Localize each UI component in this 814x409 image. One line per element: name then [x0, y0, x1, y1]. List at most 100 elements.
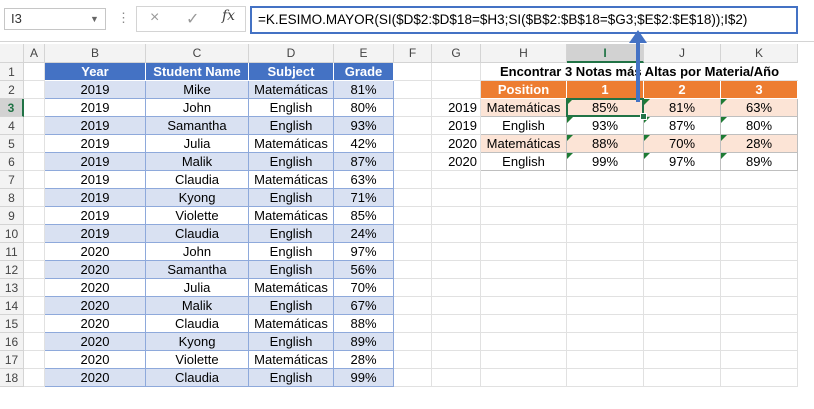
grid-cell[interactable]	[24, 99, 45, 117]
row-header-2[interactable]: 2	[0, 81, 24, 99]
source-data-cell[interactable]: 85%	[334, 207, 394, 225]
source-data-cell[interactable]: 93%	[334, 117, 394, 135]
select-all-corner[interactable]	[0, 44, 24, 63]
grid-cell[interactable]	[24, 207, 45, 225]
grid-cell[interactable]	[394, 369, 432, 387]
column-header-d[interactable]: D	[249, 44, 334, 63]
source-data-cell[interactable]: English	[249, 99, 334, 117]
source-data-cell[interactable]: 2019	[45, 117, 146, 135]
grid-cell[interactable]	[644, 315, 721, 333]
source-data-cell[interactable]: 2020	[45, 315, 146, 333]
source-data-cell[interactable]: 2020	[45, 243, 146, 261]
source-data-cell[interactable]: 81%	[334, 81, 394, 99]
grid-cell[interactable]	[644, 207, 721, 225]
position-header[interactable]: Position	[481, 81, 567, 99]
grid-cell[interactable]	[394, 135, 432, 153]
result-year-cell[interactable]: 2019	[432, 117, 481, 135]
grid-cell[interactable]	[481, 243, 567, 261]
row-header-11[interactable]: 11	[0, 243, 24, 261]
grid-cell[interactable]	[644, 189, 721, 207]
grid-cell[interactable]	[394, 261, 432, 279]
column-header-c[interactable]: C	[146, 44, 249, 63]
grid-cell[interactable]	[481, 297, 567, 315]
grid-cell[interactable]	[644, 351, 721, 369]
source-data-cell[interactable]: 89%	[334, 333, 394, 351]
result-value-cell[interactable]: 28%	[721, 135, 798, 153]
grid-cell[interactable]	[432, 63, 481, 81]
grid-cell[interactable]	[567, 171, 644, 189]
row-header-12[interactable]: 12	[0, 261, 24, 279]
source-data-cell[interactable]: English	[249, 333, 334, 351]
source-data-cell[interactable]: 42%	[334, 135, 394, 153]
grid-cell[interactable]	[644, 369, 721, 387]
result-year-cell[interactable]: 2019	[432, 99, 481, 117]
row-header-7[interactable]: 7	[0, 171, 24, 189]
column-header-i[interactable]: I	[567, 44, 644, 63]
grid-cell[interactable]	[481, 315, 567, 333]
source-data-cell[interactable]: Kyong	[146, 189, 249, 207]
source-data-cell[interactable]: 2019	[45, 99, 146, 117]
result-value-cell[interactable]: 99%	[567, 153, 644, 171]
source-data-cell[interactable]: 80%	[334, 99, 394, 117]
result-value-cell[interactable]: 89%	[721, 153, 798, 171]
source-data-cell[interactable]: English	[249, 117, 334, 135]
source-header-cell[interactable]: Subject	[249, 63, 334, 81]
source-data-cell[interactable]: 70%	[334, 279, 394, 297]
grid-cell[interactable]	[24, 153, 45, 171]
grid-cell[interactable]	[644, 225, 721, 243]
grid-cell[interactable]	[24, 225, 45, 243]
source-data-cell[interactable]: Samantha	[146, 117, 249, 135]
column-header-k[interactable]: K	[721, 44, 798, 63]
grid-cell[interactable]	[644, 279, 721, 297]
grid-cell[interactable]	[567, 315, 644, 333]
result-value-cell[interactable]: 97%	[644, 153, 721, 171]
insert-function-icon[interactable]: fx	[222, 8, 235, 24]
grid-cell[interactable]	[481, 279, 567, 297]
source-data-cell[interactable]: 2019	[45, 225, 146, 243]
result-value-cell[interactable]: 81%	[644, 99, 721, 117]
grid-cell[interactable]	[721, 369, 798, 387]
source-data-cell[interactable]: Julia	[146, 135, 249, 153]
grid-cell[interactable]	[721, 171, 798, 189]
grid-cell[interactable]	[432, 225, 481, 243]
result-value-cell[interactable]: 87%	[644, 117, 721, 135]
grid-cell[interactable]	[394, 63, 432, 81]
column-header-b[interactable]: B	[45, 44, 146, 63]
row-header-10[interactable]: 10	[0, 225, 24, 243]
grid-cell[interactable]	[394, 171, 432, 189]
source-data-cell[interactable]: English	[249, 225, 334, 243]
source-header-cell[interactable]: Year	[45, 63, 146, 81]
source-data-cell[interactable]: 24%	[334, 225, 394, 243]
source-data-cell[interactable]: Kyong	[146, 333, 249, 351]
source-header-cell[interactable]: Student Name	[146, 63, 249, 81]
result-subject-cell[interactable]: Matemáticas	[481, 135, 567, 153]
source-data-cell[interactable]: Claudia	[146, 369, 249, 387]
source-data-cell[interactable]: Matemáticas	[249, 279, 334, 297]
row-header-16[interactable]: 16	[0, 333, 24, 351]
source-data-cell[interactable]: English	[249, 369, 334, 387]
source-data-cell[interactable]: English	[249, 153, 334, 171]
grid-cell[interactable]	[644, 243, 721, 261]
source-data-cell[interactable]: 2019	[45, 189, 146, 207]
grid-cell[interactable]	[567, 225, 644, 243]
row-header-14[interactable]: 14	[0, 297, 24, 315]
grid-cell[interactable]	[721, 243, 798, 261]
grid-cell[interactable]	[567, 297, 644, 315]
enter-icon[interactable]: ✓	[186, 9, 199, 29]
grid-cell[interactable]	[721, 333, 798, 351]
grid-cell[interactable]	[481, 225, 567, 243]
grid-cell[interactable]	[394, 243, 432, 261]
source-data-cell[interactable]: 2019	[45, 135, 146, 153]
grid-cell[interactable]	[644, 171, 721, 189]
row-header-4[interactable]: 4	[0, 117, 24, 135]
source-data-cell[interactable]: Samantha	[146, 261, 249, 279]
grid-cell[interactable]	[721, 189, 798, 207]
grid-cell[interactable]	[567, 351, 644, 369]
source-data-cell[interactable]: Julia	[146, 279, 249, 297]
position-number-header[interactable]: 3	[721, 81, 798, 99]
grid-cell[interactable]	[24, 315, 45, 333]
source-data-cell[interactable]: 2020	[45, 297, 146, 315]
grid-cell[interactable]	[24, 297, 45, 315]
column-header-a[interactable]: A	[24, 44, 45, 63]
chevron-down-icon[interactable]: ▼	[90, 14, 99, 24]
